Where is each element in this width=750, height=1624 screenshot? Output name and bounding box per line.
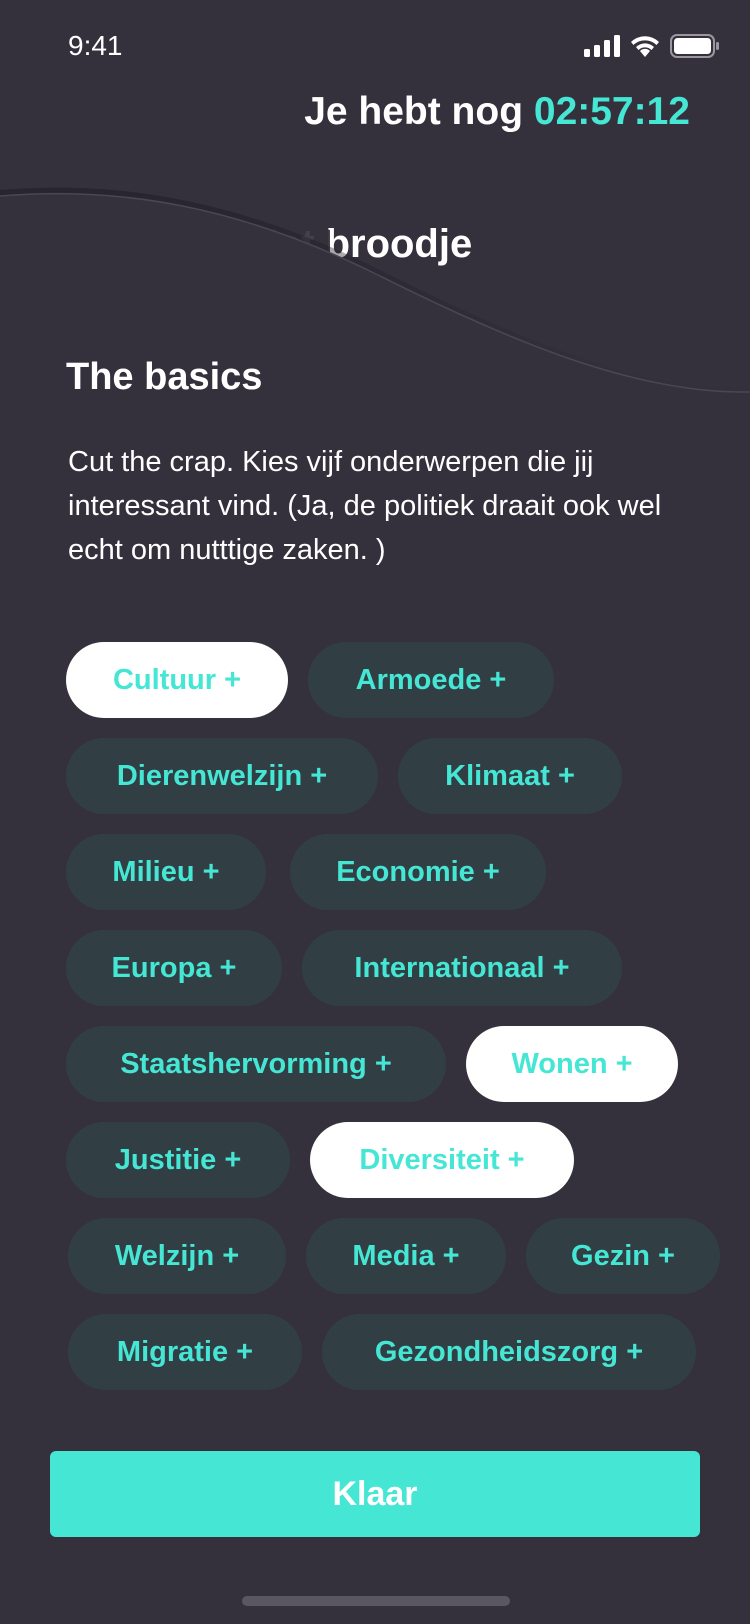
topic-chip-media[interactable]: Media + <box>306 1218 506 1294</box>
home-indicator <box>242 1596 510 1606</box>
section-title: The basics <box>66 356 263 398</box>
countdown-timer: Je hebt nog 02:57:12 <box>304 90 690 134</box>
topic-chip-economie[interactable]: Economie + <box>290 834 546 910</box>
topic-chip-diversiteit[interactable]: Diversiteit + <box>310 1122 574 1198</box>
status-time: 9:41 <box>68 30 123 61</box>
topic-chip-staatshervorming[interactable]: Staatshervorming + <box>66 1026 446 1102</box>
timer-value: 02:57:12 <box>533 90 690 133</box>
wifi-icon <box>631 36 659 57</box>
topic-chip-europa[interactable]: Europa + <box>66 930 282 1006</box>
topic-chip-gezin[interactable]: Gezin + <box>526 1218 720 1294</box>
status-icons <box>584 34 720 58</box>
status-bar: 9:41 <box>0 0 750 96</box>
topic-chip-milieu[interactable]: Milieu + <box>66 834 266 910</box>
topic-chip-wonen[interactable]: Wonen + <box>466 1026 678 1102</box>
topic-chip-gezondheidszorg[interactable]: Gezondheidszorg + <box>322 1314 696 1390</box>
topic-chip-armoede[interactable]: Armoede + <box>308 642 554 718</box>
done-button[interactable]: Klaar <box>50 1451 700 1537</box>
topic-chip-cultuur[interactable]: Cultuur + <box>66 642 288 718</box>
topic-chip-klimaat[interactable]: Klimaat + <box>398 738 622 814</box>
battery-icon <box>670 34 719 58</box>
intro-text: Cut the crap. Kies vijf onderwerpen die … <box>68 446 662 566</box>
topic-chip-internationaal[interactable]: Internationaal + <box>302 930 622 1006</box>
topic-chip-welzijn[interactable]: Welzijn + <box>68 1218 286 1294</box>
signal-icon <box>584 35 620 57</box>
timer-prefix: Je hebt nog <box>304 90 524 133</box>
previous-card-title: Het broodje <box>250 222 473 266</box>
topic-chip-migratie[interactable]: Migratie + <box>68 1314 302 1390</box>
topic-chip-dierenwelzijn[interactable]: Dierenwelzijn + <box>66 738 378 814</box>
topic-chip-justitie[interactable]: Justitie + <box>66 1122 290 1198</box>
